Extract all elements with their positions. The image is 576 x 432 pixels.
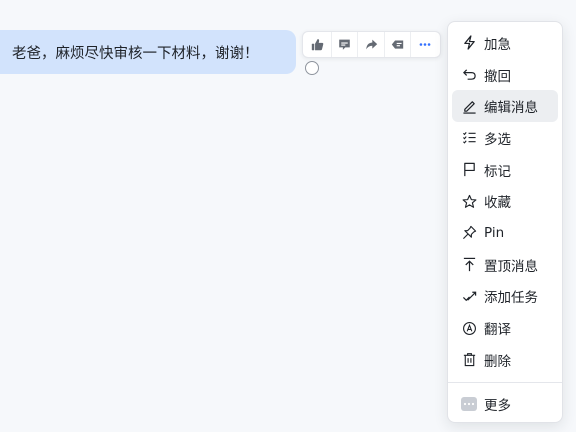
comment-icon bbox=[339, 39, 350, 50]
pin-icon bbox=[462, 226, 476, 240]
message-action-toolbar bbox=[302, 31, 441, 58]
more-dots-icon bbox=[461, 397, 477, 412]
more-actions-button[interactable] bbox=[411, 32, 438, 57]
menu-item-mark[interactable]: 标记 bbox=[452, 154, 558, 186]
undo-icon bbox=[462, 69, 476, 80]
menu-item-pin[interactable]: Pin bbox=[452, 217, 558, 249]
menu-item-label: Pin bbox=[484, 224, 505, 241]
quote-reply-icon bbox=[391, 40, 404, 49]
menu-item-label: 多选 bbox=[484, 131, 511, 148]
menu-item-label: 翻译 bbox=[484, 322, 511, 339]
more-icon bbox=[419, 43, 431, 46]
comment-button[interactable] bbox=[332, 32, 359, 57]
menu-item-add-task[interactable]: 添加任务 bbox=[452, 281, 558, 313]
star-icon bbox=[462, 194, 476, 208]
menu-item-edit-message[interactable]: 编辑消息 bbox=[452, 90, 558, 123]
multi-select-icon bbox=[462, 132, 476, 145]
context-menu: 加急 撤回 编辑消息 多选 标记 收藏 Pin 置顶消息 添加任务 翻译 删除 bbox=[447, 21, 563, 423]
menu-item-multi-select[interactable]: 多选 bbox=[452, 122, 558, 154]
menu-item-favorite[interactable]: 收藏 bbox=[452, 185, 558, 217]
menu-item-more[interactable]: 更多 bbox=[452, 389, 558, 421]
add-task-icon bbox=[462, 291, 476, 301]
menu-item-label: 添加任务 bbox=[484, 290, 538, 307]
menu-item-recall[interactable]: 撤回 bbox=[452, 59, 558, 91]
menu-divider bbox=[448, 381, 562, 383]
menu-item-label: 收藏 bbox=[484, 195, 511, 212]
menu-item-urgent[interactable]: 加急 bbox=[452, 27, 558, 59]
thumbs-up-icon bbox=[312, 39, 324, 51]
menu-item-delete[interactable]: 删除 bbox=[452, 344, 558, 376]
forward-icon bbox=[365, 39, 377, 50]
thumbs-up-button[interactable] bbox=[305, 32, 332, 57]
menu-item-label: 删除 bbox=[484, 353, 511, 370]
message-bubble[interactable]: 老爸，麻烦尽快审核一下材料，谢谢！ bbox=[0, 30, 296, 74]
menu-item-translate[interactable]: 翻译 bbox=[452, 312, 558, 344]
menu-item-label: 编辑消息 bbox=[484, 100, 538, 117]
bolt-icon bbox=[463, 35, 475, 51]
menu-item-label: 置顶消息 bbox=[484, 258, 538, 275]
menu-item-label: 标记 bbox=[484, 163, 511, 180]
trash-icon bbox=[463, 353, 475, 367]
menu-item-pin-to-top[interactable]: 置顶消息 bbox=[452, 249, 558, 281]
quote-reply-button[interactable] bbox=[385, 32, 412, 57]
forward-button[interactable] bbox=[358, 32, 385, 57]
read-status-icon bbox=[305, 61, 319, 75]
translate-icon bbox=[462, 321, 476, 335]
menu-item-label: 更多 bbox=[484, 398, 511, 415]
pencil-icon bbox=[462, 100, 476, 114]
flag-icon bbox=[463, 162, 475, 177]
message-text: 老爸，麻烦尽快审核一下材料，谢谢！ bbox=[12, 45, 259, 62]
menu-item-label: 撤回 bbox=[484, 68, 511, 85]
menu-item-label: 加急 bbox=[484, 36, 511, 53]
pin-top-icon bbox=[463, 257, 475, 272]
